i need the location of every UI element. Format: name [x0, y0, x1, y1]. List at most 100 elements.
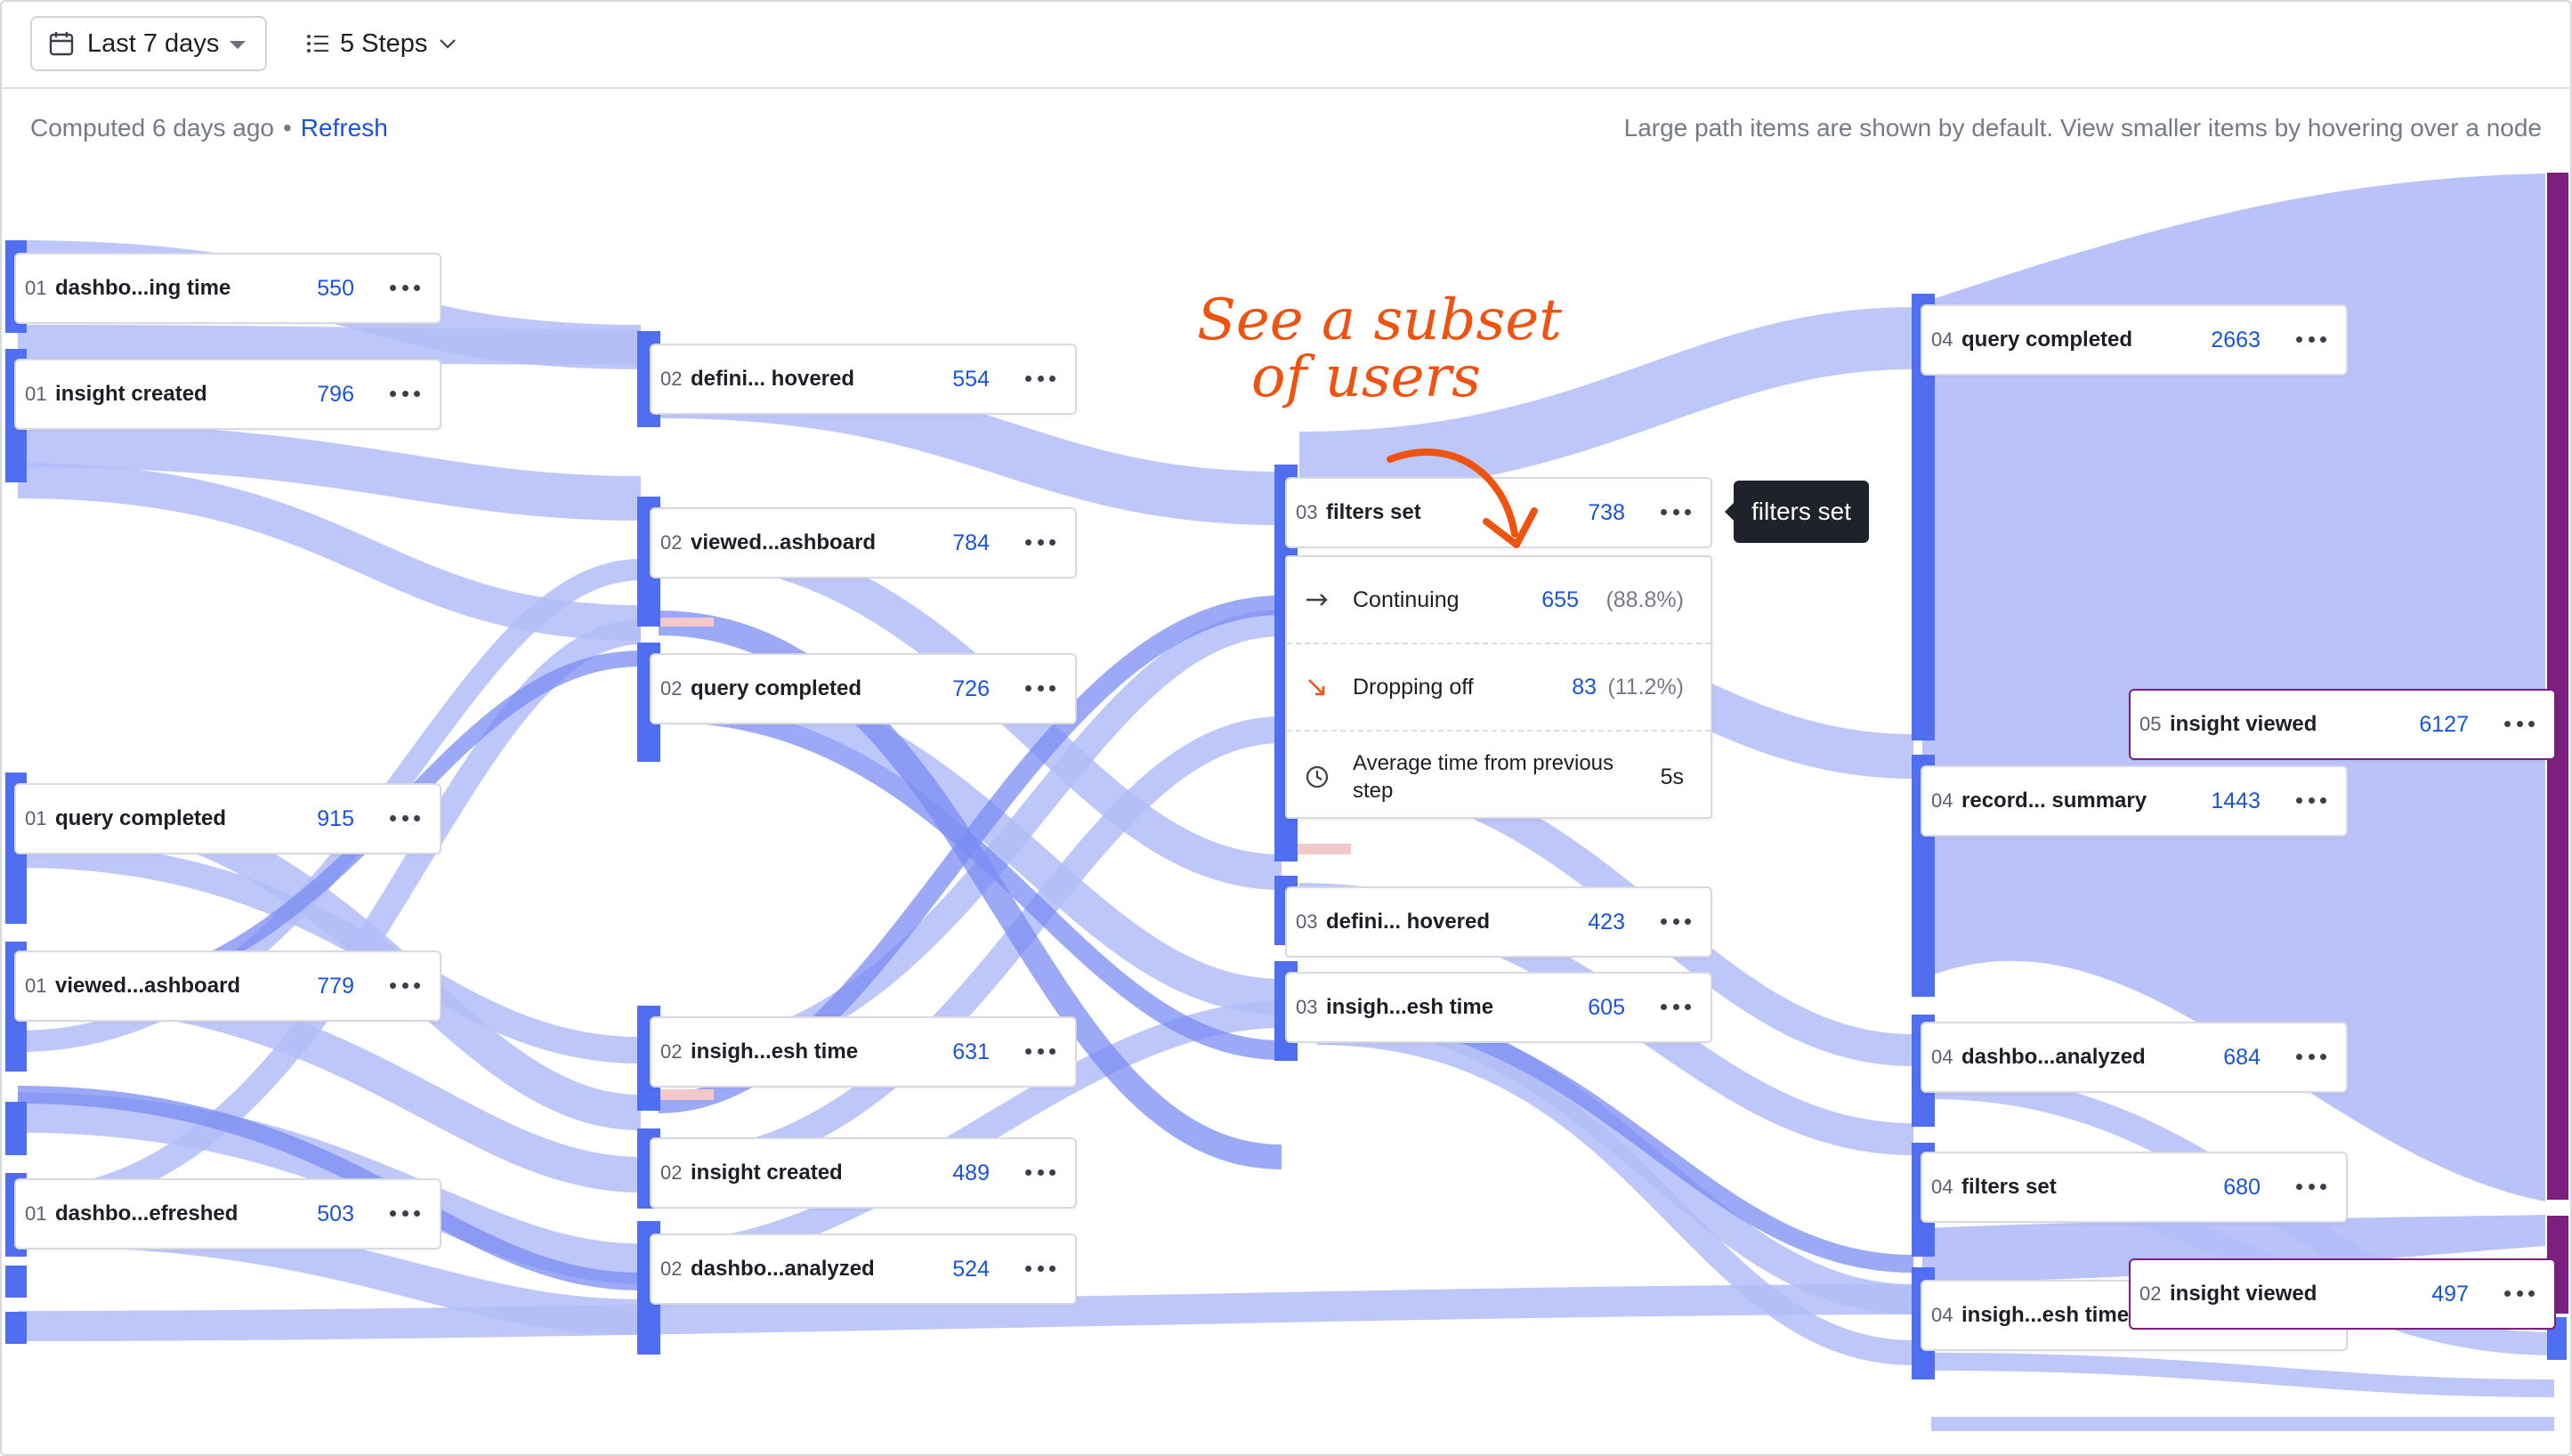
path-node[interactable]: 01 viewed...ashboard 779	[14, 950, 441, 1022]
node-name: insigh...esh time	[1326, 995, 1494, 1019]
more-icon[interactable]	[2504, 1290, 2535, 1298]
node-count: 497	[2431, 1281, 2469, 1306]
path-node[interactable]: 02 insigh...esh time 631	[650, 1016, 1077, 1088]
node-name: insight viewed	[2170, 712, 2317, 736]
node-count: 554	[952, 366, 990, 392]
path-node[interactable]: 01 query completed 915	[14, 783, 441, 854]
more-icon[interactable]	[390, 285, 420, 292]
node-name: insigh...esh time	[1961, 1303, 2130, 1327]
node-step: 01	[25, 383, 47, 405]
node-step: 02	[660, 1258, 683, 1280]
node-name: query completed	[55, 806, 227, 830]
more-icon[interactable]	[2296, 1054, 2326, 1061]
path-node[interactable]: 04 query completed 2663	[1921, 304, 2348, 376]
path-node[interactable]: 02 defini... hovered 554	[650, 344, 1077, 415]
node-step: 04	[1931, 1046, 1953, 1068]
node-tooltip: filters set	[1725, 481, 1869, 543]
more-icon[interactable]	[1661, 509, 1691, 516]
continuing-label: Continuing	[1353, 586, 1460, 612]
divider	[1287, 643, 1711, 644]
node-name: defini... hovered	[1326, 910, 1491, 934]
node-count: 631	[952, 1039, 990, 1064]
path-node[interactable]: 02 viewed...ashboard 784	[650, 507, 1077, 578]
dropping-label: Dropping off	[1353, 674, 1474, 700]
node-name: insigh...esh time	[691, 1039, 859, 1064]
path-node[interactable]: 04 dashbo...analyzed 684	[1921, 1022, 2348, 1093]
node-name: defini... hovered	[691, 367, 855, 391]
node-count: 796	[317, 381, 354, 407]
node-step: 02	[660, 531, 683, 554]
node-step: 03	[1296, 910, 1318, 933]
path-node[interactable]: 04 record... summary 1443	[1921, 765, 2348, 837]
more-icon[interactable]	[1025, 1169, 1055, 1177]
avg-time-row: Average time from previous step 5s	[1287, 746, 1711, 808]
dropoff-mark	[660, 618, 714, 627]
more-icon[interactable]	[1025, 539, 1055, 546]
node-name: dashbo...analyzed	[691, 1257, 875, 1281]
node-name: dashbo...ing time	[55, 276, 231, 300]
node-name: insight created	[55, 382, 207, 406]
node-step: 03	[1296, 996, 1318, 1018]
node-name: viewed...ashboard	[55, 974, 241, 998]
more-icon[interactable]	[390, 1210, 420, 1217]
more-icon[interactable]	[2296, 336, 2326, 344]
node-step: 01	[25, 975, 47, 997]
path-node[interactable]: 02 dashbo...analyzed 524	[650, 1234, 1077, 1305]
node-count: 784	[952, 530, 990, 555]
path-node[interactable]: 01 dashbo...ing time 550	[14, 253, 441, 324]
more-icon[interactable]	[1661, 1004, 1691, 1011]
more-icon[interactable]	[1025, 685, 1055, 692]
node-step: 04	[1931, 1176, 1953, 1198]
node-name: record... summary	[1961, 789, 2147, 813]
node-step: 01	[25, 807, 47, 829]
path-node[interactable]: 03 defini... hovered 423	[1285, 886, 1712, 958]
node-name: viewed...ashboard	[691, 530, 877, 554]
more-icon[interactable]	[2296, 797, 2326, 805]
more-icon[interactable]	[1025, 376, 1055, 383]
more-icon[interactable]	[1025, 1048, 1055, 1056]
avg-time-label: Average time from previous step	[1353, 749, 1614, 805]
node-count: 2663	[2211, 327, 2261, 352]
node-step: 02	[660, 677, 683, 700]
node-name: query completed	[1961, 328, 2133, 352]
path-node[interactable]: 02 insight viewed 497	[2129, 1258, 2556, 1330]
more-icon[interactable]	[2504, 721, 2535, 728]
avg-time-label-line2: step	[1353, 779, 1394, 803]
node-count: 503	[317, 1201, 354, 1226]
node-count: 779	[317, 973, 354, 999]
continuing-row[interactable]: Continuing 655 (88.8%)	[1287, 580, 1711, 619]
more-icon[interactable]	[1661, 918, 1691, 926]
dropping-value: 83	[1572, 674, 1597, 700]
path-node[interactable]: 01 insight created 796	[14, 359, 441, 430]
node-name: dashbo...analyzed	[1961, 1045, 2146, 1069]
node-name: filters set	[1961, 1175, 2057, 1199]
dropping-row[interactable]: Dropping off 83 (11.2%)	[1287, 667, 1711, 707]
arrow-down-right-icon	[1308, 679, 1325, 696]
path-node[interactable]: 03 insigh...esh time 605	[1285, 972, 1712, 1043]
path-node[interactable]: 04 filters set 680	[1921, 1152, 2348, 1223]
more-icon[interactable]	[390, 815, 420, 822]
node-count: 524	[952, 1256, 990, 1282]
node-step: 04	[1931, 328, 1953, 351]
node-step: 02	[2139, 1282, 2162, 1305]
path-node[interactable]: 02 insight created 489	[650, 1137, 1077, 1209]
node-name: query completed	[691, 676, 862, 700]
more-icon[interactable]	[390, 391, 420, 398]
more-icon[interactable]	[2296, 1184, 2326, 1191]
path-node[interactable]: 01 dashbo...efreshed 503	[14, 1178, 441, 1250]
annotation-text: See a subset of users	[1197, 292, 1562, 406]
node-step: 03	[1296, 501, 1318, 523]
node-count: 684	[2223, 1044, 2261, 1070]
node-bar-step1	[5, 1266, 27, 1298]
more-icon[interactable]	[390, 983, 420, 990]
node-count: 6127	[2419, 711, 2469, 737]
more-icon[interactable]	[1025, 1266, 1055, 1273]
node-name: dashbo...efreshed	[55, 1201, 239, 1225]
node-step: 02	[660, 1161, 683, 1184]
path-node[interactable]: 05 insight viewed 6127	[2129, 689, 2556, 760]
node-step: 02	[660, 368, 683, 390]
node-detail-popup: Continuing 655 (88.8%) Dropping off 83 (…	[1285, 555, 1712, 819]
node-name: insight created	[691, 1161, 843, 1185]
path-node[interactable]: 02 query completed 726	[650, 653, 1077, 724]
annotation-arrow-icon	[1387, 449, 1538, 548]
